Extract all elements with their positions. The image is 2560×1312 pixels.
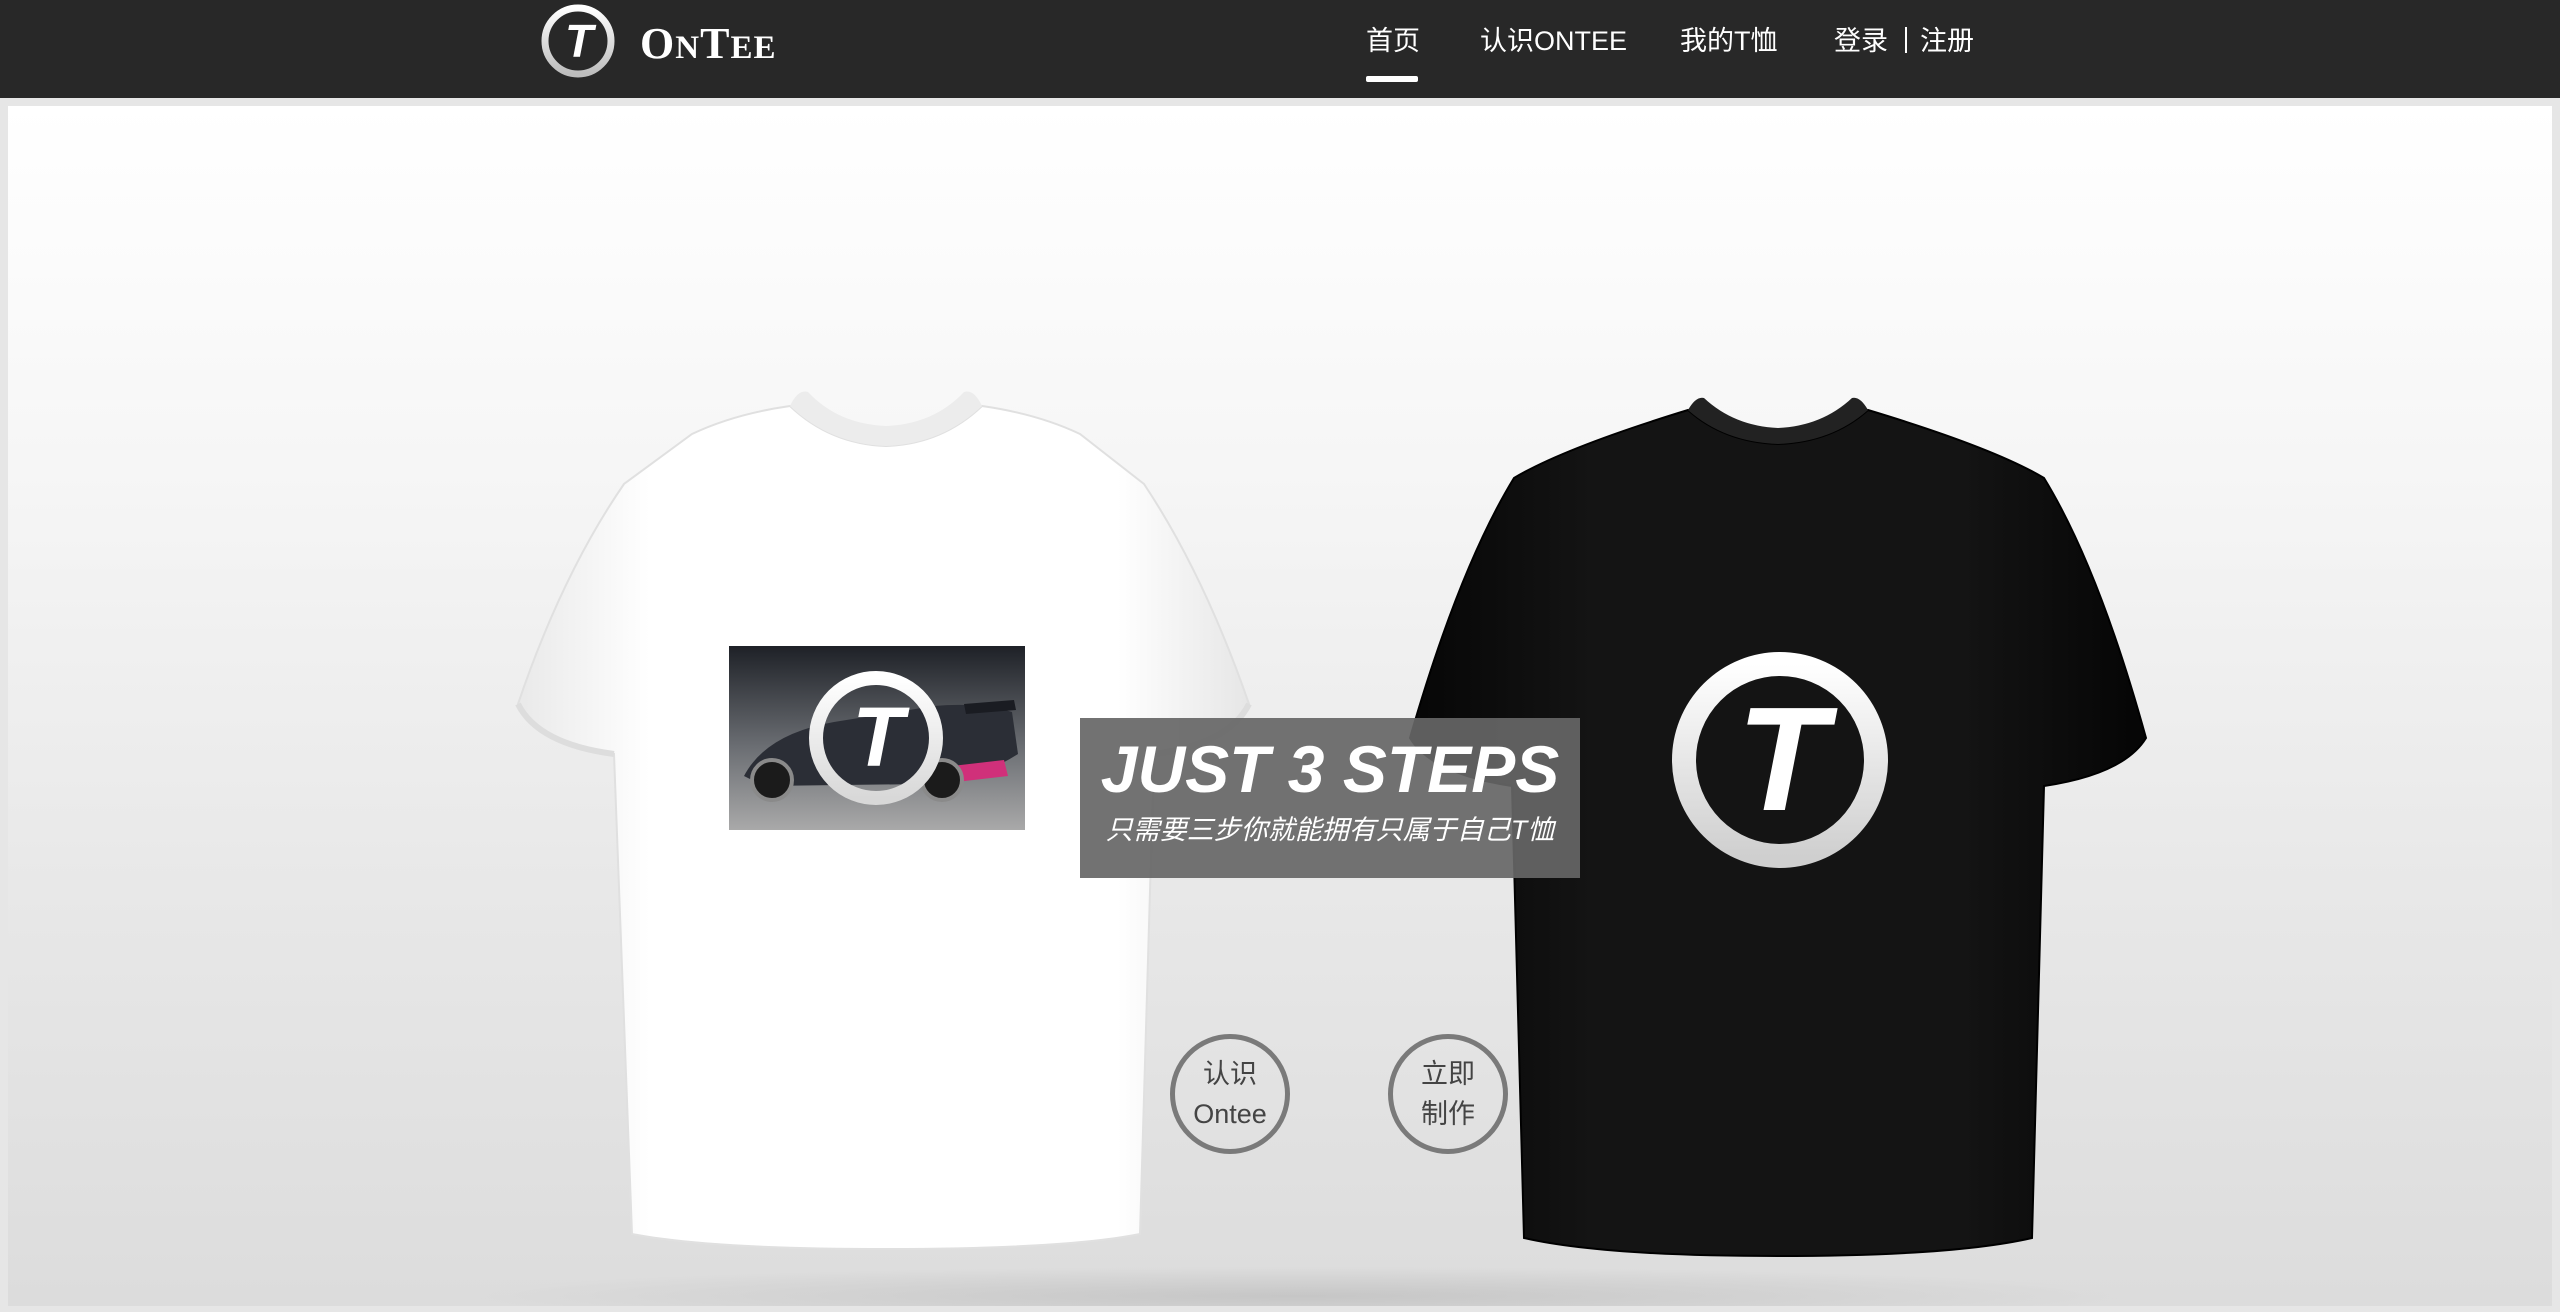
nav-item-my-tshirt[interactable]: 我的T恤 [1680, 22, 1778, 60]
headline-banner: JUST 3 STEPS 只需要三步你就能拥有只属于自己T恤 [1080, 718, 1580, 878]
svg-text:T: T [852, 690, 910, 784]
learn-about-line2: Ontee [1193, 1099, 1267, 1129]
make-now-button[interactable]: 立即 制作 [1388, 1034, 1508, 1154]
top-navigation-bar: T ONTEE 首页 认识ONTEE 我的T恤 登录 注册 [0, 0, 2560, 98]
headline-title: JUST 3 STEPS [1100, 732, 1560, 806]
active-nav-indicator [1366, 76, 1418, 82]
learn-about-ontee-button[interactable]: 认识 Ontee [1170, 1034, 1290, 1154]
learn-about-line1: 认识 [1203, 1059, 1257, 1089]
ontee-logo[interactable]: T ONTEE [538, 0, 776, 82]
login-link[interactable]: 登录 [1834, 22, 1888, 60]
brand-name: ONTEE [640, 19, 777, 68]
hero-banner: T T JUST 3 STEPS 只需要三步你就能拥有只属于自己T恤 认识 On… [8, 106, 2552, 1306]
printed-car-graphic: T [729, 646, 1025, 830]
make-now-line2: 制作 [1421, 1099, 1475, 1129]
nav-item-about-ontee[interactable]: 认识ONTEE [1480, 22, 1627, 60]
login-register-divider [1905, 27, 1907, 53]
svg-text:T: T [565, 15, 597, 67]
register-link[interactable]: 注册 [1920, 22, 1974, 60]
make-now-line1: 立即 [1421, 1059, 1475, 1089]
ontee-logo-icon: T [541, 4, 615, 78]
nav-item-home[interactable]: 首页 [1366, 22, 1420, 60]
svg-text:T: T [1737, 677, 1838, 842]
headline-subtitle: 只需要三步你就能拥有只属于自己T恤 [1105, 815, 1555, 845]
